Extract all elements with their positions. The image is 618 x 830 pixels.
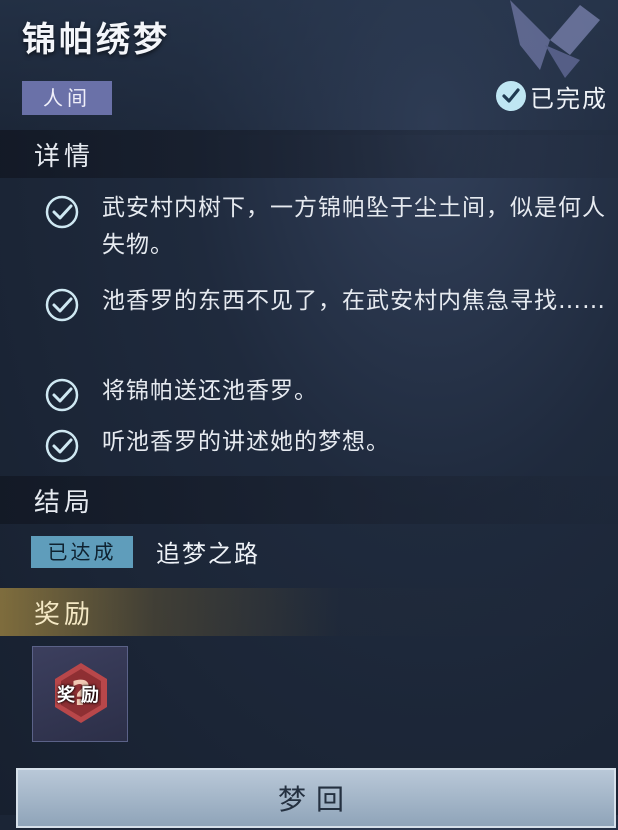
task-text: 武安村内树下，一方锦帕坠于尘土间，似是何人失物。 [102, 195, 606, 258]
task-text: 听池香罗的讲述她的梦想。 [102, 429, 390, 455]
dream-replay-button[interactable]: 梦回 [16, 768, 616, 828]
completed-status: 已完成 [496, 78, 608, 114]
task-item: 将锦帕送还池香罗。 [44, 373, 614, 413]
task-text: 将锦帕送还池香罗。 [102, 378, 318, 404]
task-item: 武安村内树下，一方锦帕坠于尘土间，似是何人失物。 [44, 190, 614, 264]
task-item: 听池香罗的讲述她的梦想。 [44, 424, 614, 464]
ending-heading: 结局 [34, 488, 95, 518]
reward-item-slot[interactable]: ? 奖励 [32, 646, 128, 742]
reward-heading: 奖励 [34, 600, 95, 630]
quest-title: 锦帕绣梦 [22, 20, 170, 60]
reward-item-label: 奖励 [57, 685, 105, 706]
task-item: 池香罗的东西不见了，在武安村内焦急寻找…… [44, 283, 614, 323]
check-circle-icon [496, 81, 526, 111]
details-heading: 详情 [34, 142, 95, 172]
realm-tag: 人间 [22, 81, 112, 115]
task-text: 池香罗的东西不见了，在武安村内焦急寻找…… [102, 288, 606, 314]
check-icon [45, 378, 79, 412]
check-icon [45, 429, 79, 463]
ending-name: 追梦之路 [156, 540, 260, 568]
check-icon [45, 288, 79, 322]
completed-label: 已完成 [530, 84, 608, 113]
butterfly-emblem-icon [510, 0, 600, 78]
ending-achieved-badge: 已达成 [31, 536, 133, 568]
check-icon [45, 195, 79, 229]
